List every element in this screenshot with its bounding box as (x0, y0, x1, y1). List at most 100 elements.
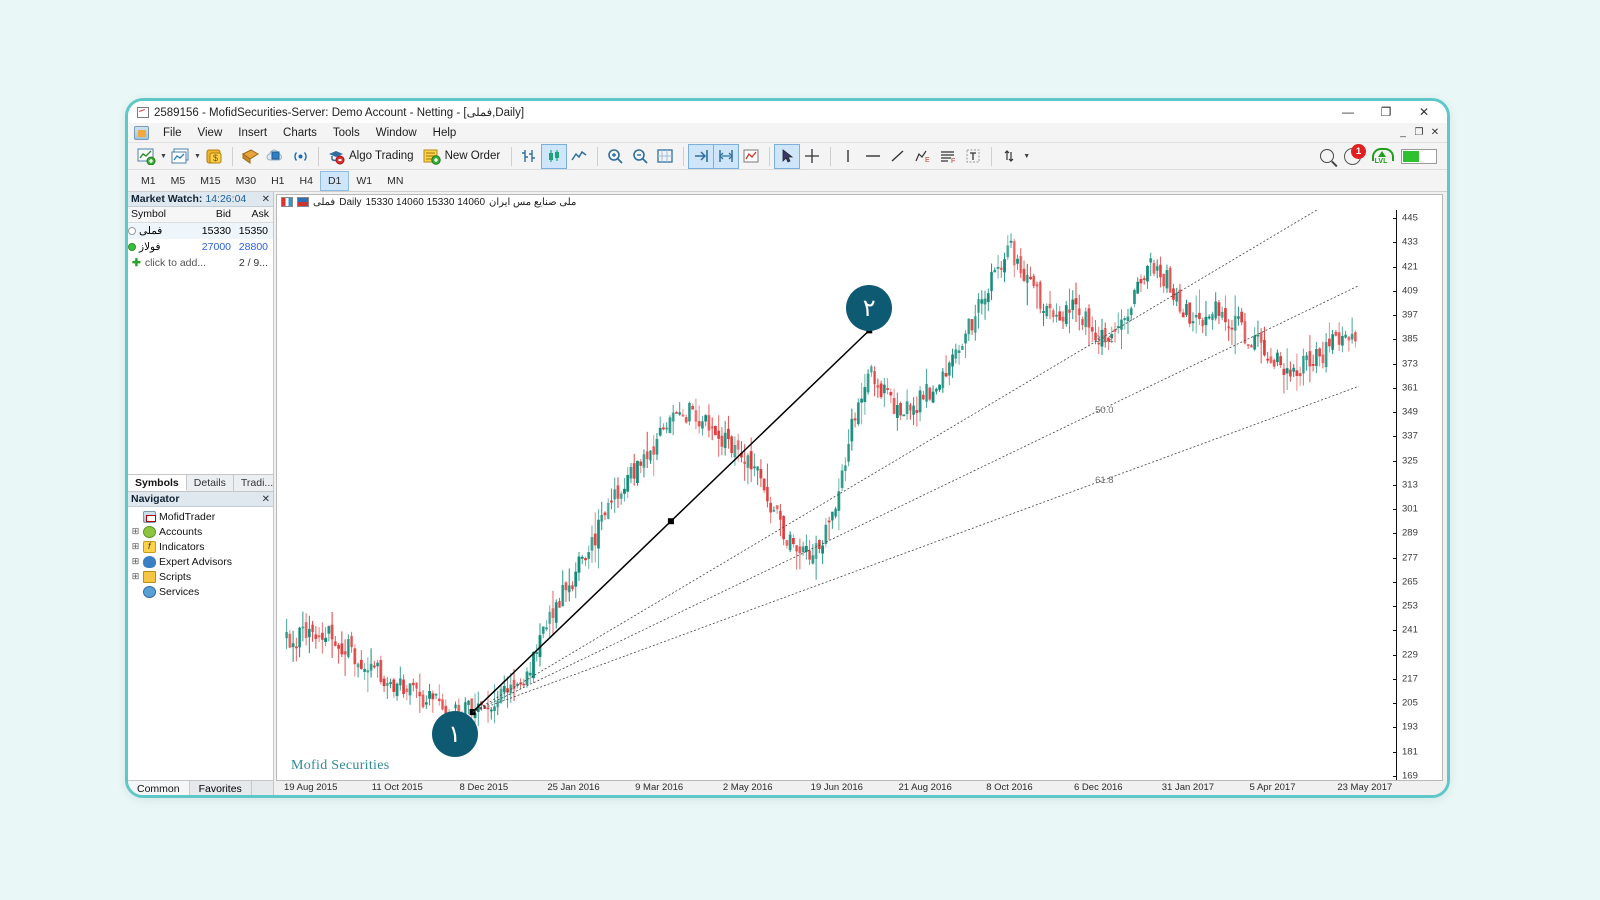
text-icon[interactable] (961, 145, 985, 168)
algo-trading-button[interactable]: Algo Trading (324, 145, 419, 168)
navigator-item-indicators[interactable]: ⊞ Indicators (128, 539, 273, 554)
chart-shift-icon[interactable] (714, 145, 738, 168)
column-header-ask[interactable]: Ask (234, 207, 272, 222)
tab-favorites[interactable]: Favorites (190, 781, 252, 797)
chart-profiles-dropdown-icon[interactable]: ▼ (193, 145, 202, 168)
expander-icon[interactable]: ⊞ (131, 541, 140, 552)
cursor-icon[interactable] (775, 145, 799, 168)
scale-fix-icon[interactable] (653, 145, 677, 168)
price-tick (1393, 606, 1397, 607)
new-chart-icon[interactable] (134, 145, 158, 168)
new-order-button[interactable]: New Order (420, 145, 506, 168)
price-tick (1393, 436, 1397, 437)
accounts-icon[interactable]: $ (202, 145, 226, 168)
add-symbol-row[interactable]: ✚ click to add... 2 / 9... (128, 255, 273, 271)
cloud-storage-icon[interactable] (263, 145, 287, 168)
column-header-symbol[interactable]: Symbol (128, 207, 194, 222)
menu-item-help[interactable]: Help (425, 125, 465, 141)
expander-icon[interactable]: ⊞ (131, 556, 140, 567)
table-row[interactable]: فولاز 27000 28800 (128, 239, 273, 255)
auto-scroll-icon[interactable] (689, 145, 713, 168)
tab-symbols[interactable]: Symbols (128, 475, 187, 491)
crosshair-icon[interactable] (800, 145, 824, 168)
price-tick-label: 385 (1402, 334, 1418, 345)
timeframe-h4[interactable]: H4 (293, 172, 320, 190)
mdi-minimize-button[interactable]: _ (1395, 124, 1411, 142)
vertical-line-icon[interactable] (836, 145, 860, 168)
trendline-icon[interactable] (886, 145, 910, 168)
column-header-bid[interactable]: Bid (194, 207, 234, 222)
timeframe-m30[interactable]: M30 (229, 172, 263, 190)
date-tick-label: 8 Dec 2015 (460, 782, 509, 793)
menu-item-charts[interactable]: Charts (275, 125, 325, 141)
chart-profiles-icon[interactable] (168, 145, 192, 168)
indicators-icon[interactable] (739, 145, 763, 168)
timeframe-w1[interactable]: W1 (349, 172, 379, 190)
menu-item-window[interactable]: Window (368, 125, 425, 141)
market-watch-title-bar: Market Watch: 14:26:04 ✕ (128, 192, 273, 207)
chart-window[interactable]: فملی Daily 15330 14060 15330 14060 ملی ص… (276, 194, 1443, 781)
new-chart-dropdown-icon[interactable]: ▼ (159, 145, 168, 168)
price-tick-label: 433 (1402, 237, 1418, 248)
timeframe-m1[interactable]: M1 (134, 172, 163, 190)
level-icon[interactable]: LVL (1371, 148, 1391, 165)
notifications-icon[interactable]: 1 (1344, 148, 1361, 165)
table-row[interactable]: فملی 15330 15350 (128, 223, 273, 239)
tab-details[interactable]: Details (187, 475, 234, 491)
navigator-item-accounts[interactable]: ⊞ Accounts (128, 524, 273, 539)
date-axis[interactable]: 19 Aug 201511 Oct 20158 Dec 201525 Jan 2… (278, 781, 1443, 795)
line-chart-icon[interactable] (567, 145, 591, 168)
timeframe-mn[interactable]: MN (380, 172, 410, 190)
signals-icon[interactable] (288, 145, 312, 168)
elliott-wave-icon[interactable]: E (911, 145, 935, 168)
menu-item-insert[interactable]: Insert (230, 125, 275, 141)
bar-chart-icon[interactable] (517, 145, 541, 168)
timeframe-d1[interactable]: D1 (321, 172, 348, 190)
menu-item-tools[interactable]: Tools (325, 125, 368, 141)
navigator-item-expert-advisors[interactable]: ⊞ Expert Advisors (128, 554, 273, 569)
price-tick (1393, 727, 1397, 728)
price-tick-label: 253 (1402, 601, 1418, 612)
price-tick-label: 217 (1402, 673, 1418, 684)
menu-item-file[interactable]: File (155, 125, 190, 141)
symbol-label: فملی (139, 225, 162, 237)
search-icon[interactable] (1320, 149, 1334, 163)
objects-dropdown-icon[interactable]: ▼ (1022, 145, 1031, 168)
close-button[interactable]: ✕ (1405, 101, 1443, 123)
timeframe-m15[interactable]: M15 (193, 172, 227, 190)
navigator-item-mofidtrader[interactable]: MofidTrader (128, 509, 273, 524)
navigator-panel: MofidTrader ⊞ Accounts ⊞ Indicators ⊞ (128, 507, 273, 780)
expander-icon[interactable]: ⊞ (131, 526, 140, 537)
market-watch-close-icon[interactable]: ✕ (262, 194, 270, 205)
svg-text:$: $ (213, 153, 218, 163)
zoom-in-icon[interactable] (603, 145, 627, 168)
navigator-item-services[interactable]: Services (128, 584, 273, 599)
mdi-close-button[interactable]: ✕ (1427, 124, 1443, 142)
navigator-item-scripts[interactable]: ⊞ Scripts (128, 569, 273, 584)
price-tick-label: 397 (1402, 310, 1418, 321)
price-axis[interactable]: 4454334214093973853733613493373253133012… (1396, 210, 1442, 780)
price-tick (1393, 533, 1397, 534)
navigator-bottom-tabs: Common Favorites (128, 780, 273, 797)
market-icon[interactable] (238, 145, 262, 168)
timeframe-m5[interactable]: M5 (164, 172, 193, 190)
maximize-button[interactable]: ❐ (1367, 101, 1405, 123)
svg-text:F: F (951, 158, 955, 164)
navigator-close-icon[interactable]: ✕ (262, 494, 270, 505)
market-watch-label: Market Watch: (131, 193, 202, 205)
indicators-icon (143, 541, 156, 553)
zoom-out-icon[interactable] (628, 145, 652, 168)
horizontal-line-icon[interactable] (861, 145, 885, 168)
candlestick-chart-icon[interactable] (542, 145, 566, 168)
ask-cell: 28800 (234, 241, 272, 253)
navigator-title-bar: Navigator ✕ (128, 492, 273, 507)
chart-ohlc-values: 15330 14060 15330 14060 (365, 197, 485, 208)
fibonacci-icon[interactable]: F (936, 145, 960, 168)
timeframe-h1[interactable]: H1 (264, 172, 291, 190)
menu-item-view[interactable]: View (190, 125, 231, 141)
expander-icon[interactable]: ⊞ (131, 571, 140, 582)
minimize-button[interactable]: — (1329, 101, 1367, 123)
tab-common[interactable]: Common (128, 781, 190, 797)
objects-icon[interactable] (997, 145, 1021, 168)
mdi-restore-button[interactable]: ❐ (1411, 124, 1427, 142)
